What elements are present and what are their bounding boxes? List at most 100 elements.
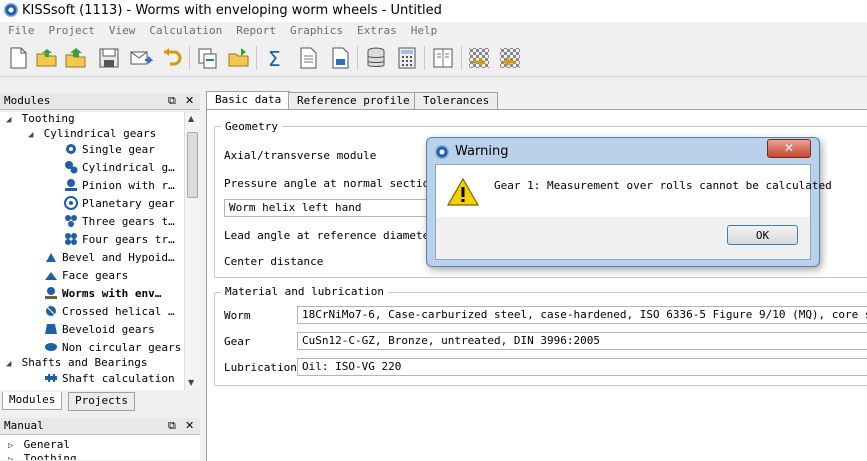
warning-dialog: Warning ✕ Gear 1: Measurement over rolls… [426,137,832,267]
tree-node-cylindrical-gear-pair[interactable]: Cylindrical g… [64,160,175,176]
undo-icon[interactable] [160,46,184,70]
tree-node-crossed-helical[interactable]: Crossed helical … [44,304,175,320]
crossed-helical-icon [44,304,58,318]
tab-basic-data[interactable]: Basic data [206,91,291,111]
tree-node-face-gears[interactable]: Face gears [44,268,128,284]
geometry-title: Geometry [221,120,282,133]
toolbar: Σ [0,40,867,77]
worm-gear-icon [44,286,58,300]
warning-icon [447,177,479,206]
tab-modules[interactable]: Modules [2,392,63,410]
menu-calculation[interactable]: Calculation [141,22,228,40]
scroll-up-icon[interactable]: ▲ [188,114,194,123]
app-icon [435,145,449,159]
bevel-gear-icon [44,250,58,264]
tree-node-three-gears[interactable]: Three gears t… [64,214,175,230]
lead-angle-label: Lead angle at reference diameter [224,229,436,242]
dialog-body: Gear 1: Measurement over rolls cannot be… [435,164,832,260]
tree-node-pinion-rack[interactable]: Pinion with r… [64,178,175,194]
tree-node-beveloid-gears[interactable]: Beveloid gears [44,322,155,338]
scrollbar-thumb[interactable] [187,132,198,198]
save-icon[interactable] [97,46,121,70]
center-distance-label: Center distance [224,255,324,268]
tree-node-single-gear[interactable]: Single gear [64,142,155,158]
menu-bar: File Project View Calculation Report Gra… [0,22,867,40]
restore-panel-icon[interactable]: ⧉ [168,94,176,108]
gear-icon [64,142,78,156]
compare-icon[interactable] [467,46,491,70]
manual-node-toothing[interactable]: ▷ Toothing [8,452,77,460]
open-example-icon[interactable] [64,46,88,70]
manual-panel-header: Manual ⧉ ✕ [0,418,200,435]
worm-label: Worm [224,309,251,322]
tree-node-toothing[interactable]: ◢ Toothing [6,112,75,128]
dialog-title: Warning [455,144,509,159]
face-gear-icon [44,268,58,282]
tree-node-four-gears[interactable]: Four gears tr… [64,232,175,248]
beveloid-gear-icon [44,322,58,336]
book-icon[interactable] [431,46,455,70]
pressure-angle-label: Pressure angle at normal section [224,177,436,190]
dialog-message-area: Gear 1: Measurement over rolls cannot be… [436,165,832,217]
shaft-icon [44,371,58,385]
manual-panel-title: Manual [4,419,44,432]
tree-node-cylindrical-gears[interactable]: ◢ Cylindrical gears [28,127,156,143]
warning-message: Gear 1: Measurement over rolls cannot be… [494,179,832,192]
ok-button[interactable]: OK [727,225,798,245]
calculator-icon[interactable] [395,46,419,70]
tree-node-worms-enveloping[interactable]: Worms with env… [44,286,162,302]
lubrication-select[interactable]: Oil: ISO-VG 220 [297,358,867,376]
three-gears-icon [64,214,78,228]
modules-tree: ◢ Toothing ◢ Cylindrical gears Single ge… [0,112,184,390]
window-title: KISSsoft (1113) - Worms with enveloping … [22,3,442,18]
menu-file[interactable]: File [0,22,41,40]
new-file-icon[interactable] [6,46,30,70]
gear-material-select[interactable]: CuSn12-C-GZ, Bronze, untreated, DIN 3996… [297,332,867,350]
tree-node-shafts-bearings[interactable]: ◢ Shafts and Bearings [6,356,147,372]
modules-panel-tabs: Modules Projects [0,392,200,411]
worm-material-select[interactable]: 18CrNiMo7-6, Case-carburized steel, case… [297,306,867,324]
open-folder-icon[interactable] [35,46,59,70]
menu-report[interactable]: Report [228,22,282,40]
manual-tree: ▷ General ▷ Toothing [0,435,200,460]
sum-calculate-icon[interactable]: Σ [263,46,287,71]
menu-graphics[interactable]: Graphics [282,22,349,40]
modules-panel-header: Modules ⧉ ✕ [0,93,200,110]
report-view-icon[interactable] [328,46,352,70]
pinion-rack-icon [64,178,78,192]
non-circular-gear-icon [44,340,58,354]
copy-icon[interactable] [196,46,220,70]
scroll-down-icon[interactable]: ▼ [188,378,194,387]
gear-label: Gear [224,335,251,348]
swap-icon[interactable] [498,46,522,70]
four-gears-icon [64,232,78,246]
planetary-gear-icon [64,196,78,210]
axial-module-label: Axial/transverse module [224,149,377,162]
close-panel-icon[interactable]: ✕ [185,94,194,107]
tab-projects[interactable]: Projects [68,392,135,411]
tree-node-planetary-gear[interactable]: Planetary gear [64,196,175,212]
svg-text:Σ: Σ [268,47,281,70]
lubrication-label: Lubrication [224,361,297,374]
app-icon [4,3,18,17]
tree-node-shaft-calculation[interactable]: Shaft calculation [44,371,175,387]
tree-node-non-circular-gears[interactable]: Non circular gears [44,340,181,356]
close-icon[interactable]: ✕ [767,139,811,158]
menu-extras[interactable]: Extras [349,22,403,40]
menu-project[interactable]: Project [41,22,101,40]
modules-panel-title: Modules [4,94,51,107]
menu-view[interactable]: View [101,22,142,40]
restore-manual-panel-icon[interactable]: ⧉ [168,419,176,433]
database-icon[interactable] [364,46,388,70]
helix-direction-select[interactable]: Worm helix left hand [224,199,434,217]
close-manual-panel-icon[interactable]: ✕ [185,419,194,432]
material-title: Material and lubrication [221,285,388,298]
tree-node-bevel-hypoid[interactable]: Bevel and Hypoid… [44,250,175,266]
menu-help[interactable]: Help [403,22,444,40]
open-project-icon[interactable] [227,46,251,70]
title-bar: KISSsoft (1113) - Worms with enveloping … [0,0,867,22]
modules-tree-scrollbar[interactable]: ▲ ▼ [184,112,199,390]
send-mail-icon[interactable] [129,46,154,70]
report-icon[interactable] [296,46,320,70]
gear-pair-icon [64,160,78,174]
